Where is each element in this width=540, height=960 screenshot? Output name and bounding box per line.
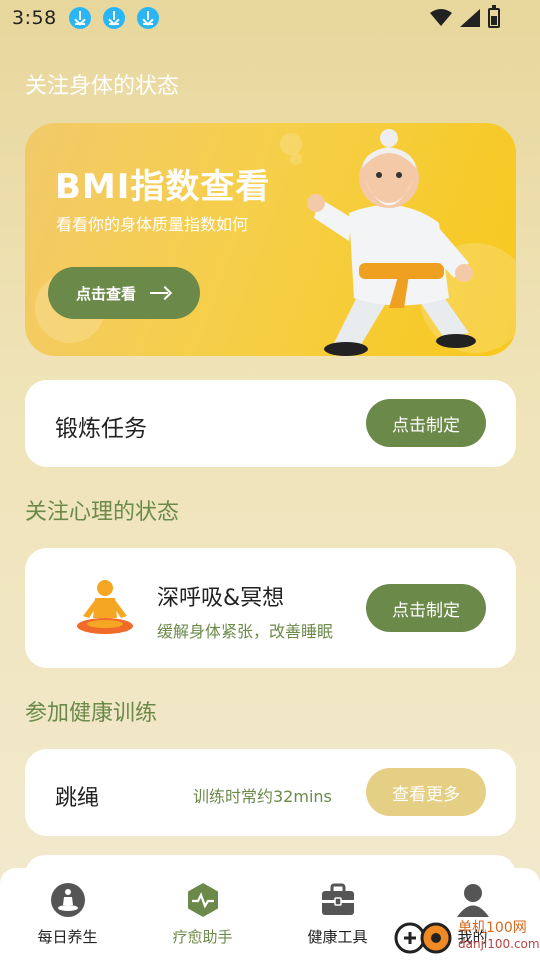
toolbox-icon (321, 883, 354, 915)
meditation-icon (50, 883, 85, 917)
download-icon (136, 7, 159, 29)
banner-title: BMI指数查看 (55, 167, 271, 207)
download-icon (68, 7, 91, 29)
tab-label: 健康工具 (307, 928, 368, 946)
tab-health-tools[interactable]: 健康工具 (270, 868, 405, 960)
breath-meditation-card: 深呼吸&冥想 缓解身体紧张，改善睡眠 点击制定 (25, 548, 516, 668)
watermark-logo-icon (394, 922, 452, 954)
decor-bubble (280, 133, 302, 155)
status-bar: 3:58 (0, 0, 540, 36)
signal-icon (460, 9, 480, 27)
view-more-button[interactable]: 查看更多 (366, 768, 486, 816)
tab-healing-assistant[interactable]: 疗愈助手 (135, 868, 270, 960)
section-title-body: 关注身体的状态 (25, 74, 180, 99)
status-time: 3:58 (12, 7, 57, 29)
status-indicators (430, 5, 500, 28)
exercise-task-label: 锻炼任务 (55, 416, 147, 442)
breath-set-button[interactable]: 点击制定 (366, 584, 486, 632)
banner-subtitle: 看看你的身体质量指数如何 (56, 215, 249, 234)
watermark-line2: danji100.com (458, 937, 540, 951)
bmi-view-button-label: 点击查看 (75, 284, 136, 303)
tab-label: 每日养生 (37, 928, 98, 946)
meditation-icon (77, 580, 133, 634)
watermark-line1: 单机100网 (458, 920, 527, 936)
decor-bubble (290, 153, 302, 165)
breath-card-subtitle: 缓解身体紧张，改善睡眠 (157, 622, 334, 641)
training-duration: 训练时常约32mins (193, 787, 332, 806)
section-title-mind: 关注心理的状态 (25, 500, 180, 525)
training-item-jump-rope: 跳绳 训练时常约32mins 查看更多 (25, 749, 516, 836)
arrow-right-icon (150, 287, 172, 299)
tab-daily-wellness[interactable]: 每日养生 (0, 868, 135, 960)
exercise-task-set-button[interactable]: 点击制定 (366, 399, 486, 447)
old-master-mascot-illustration (307, 129, 476, 356)
bmi-banner[interactable]: BMI指数查看 看看你的身体质量指数如何 点击查看 (25, 123, 516, 356)
site-watermark: 单机100网 danji100.com (390, 912, 540, 960)
pulse-icon (187, 883, 218, 917)
download-icon (102, 7, 125, 29)
wifi-icon (430, 9, 452, 26)
breath-card-title: 深呼吸&冥想 (157, 586, 285, 611)
bmi-view-button[interactable]: 点击查看 (48, 267, 200, 319)
training-name: 跳绳 (55, 786, 100, 811)
section-title-training: 参加健康训练 (25, 701, 158, 726)
battery-icon (488, 5, 500, 28)
tab-label: 疗愈助手 (172, 928, 233, 946)
exercise-task-card: 锻炼任务 点击制定 (25, 380, 516, 467)
